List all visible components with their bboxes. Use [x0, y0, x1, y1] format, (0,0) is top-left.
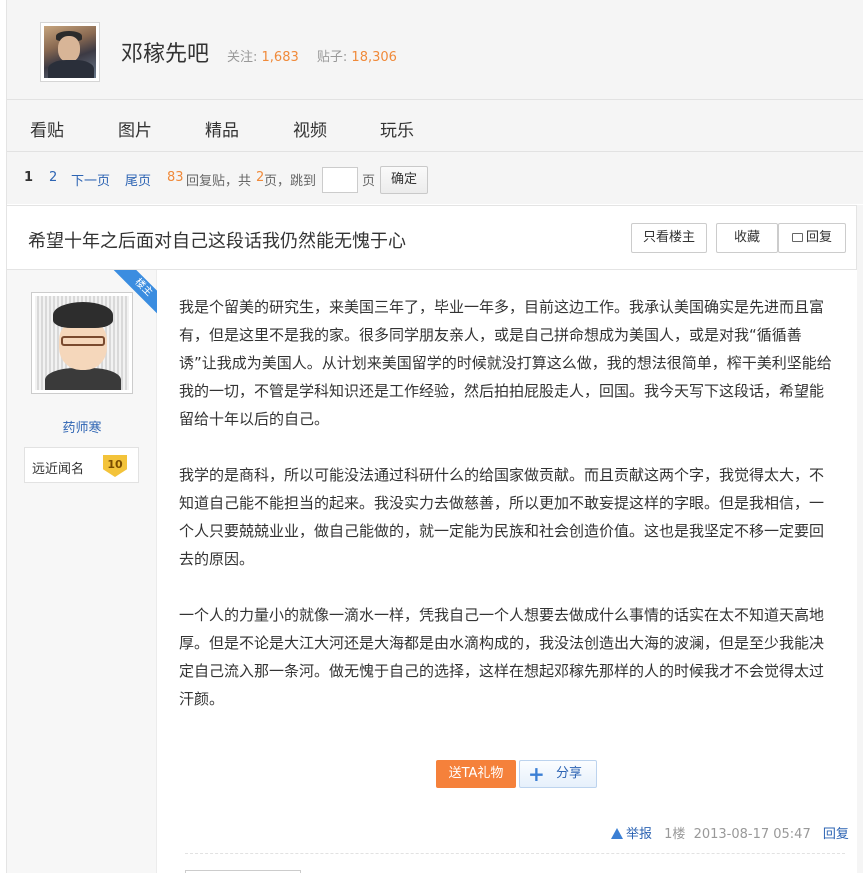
next-page-link[interactable]: 下一页 — [71, 170, 110, 189]
post-time: 2013-08-17 05:47 — [693, 827, 811, 842]
author-name[interactable]: 药师寒 — [7, 417, 157, 436]
floor-number: 1楼 — [664, 827, 686, 842]
tieba-page: 邓稼先吧 关注: 1,683 贴子: 18,306 看贴 图片 精品 视频 玩乐… — [6, 0, 863, 873]
forum-stats: 关注: 1,683 贴子: 18,306 — [227, 46, 411, 65]
pages-suffix: 页， — [264, 174, 291, 189]
author-level-badge[interactable]: 远近闻名 10 — [24, 447, 139, 483]
plus-icon: + — [528, 762, 545, 786]
post-paragraph: 我是个留美的研究生，来美国三年了，毕业一年多，目前这边工作。我承认美国确实是先进… — [179, 298, 832, 428]
post-content: 我是个留美的研究生，来美国三年了，毕业一年多，目前这边工作。我承认美国确实是先进… — [179, 293, 835, 741]
right-gutter — [857, 205, 863, 873]
follow-label: 关注: — [227, 50, 258, 65]
last-page-link[interactable]: 尾页 — [125, 170, 151, 189]
tab-fun[interactable]: 玩乐 — [380, 116, 414, 141]
forum-name[interactable]: 邓稼先吧 — [121, 36, 209, 68]
page-current: 1 — [24, 170, 34, 185]
tab-videos[interactable]: 视频 — [293, 116, 327, 141]
tab-posts[interactable]: 看贴 — [30, 116, 64, 141]
jump-page-input[interactable] — [322, 167, 358, 193]
pager: 1 2 下一页 尾页 83 回复贴，共 2 页， 跳到 页 确定 — [7, 152, 863, 204]
forum-avatar[interactable] — [40, 22, 100, 82]
share-button[interactable]: + 分享 — [519, 760, 597, 788]
post-floor-1: 楼主 药师寒 远近闻名 10 我是个留美的研究生，来美国三年了，毕业一年多，目前… — [7, 270, 857, 873]
post-reply-link[interactable]: 回复 — [823, 827, 849, 842]
reply-label: 回复贴，共 — [186, 174, 252, 189]
forum-avatar-image — [44, 26, 96, 78]
page-2-link[interactable]: 2 — [49, 170, 57, 185]
comment-icon — [791, 233, 803, 242]
share-label: 分享 — [556, 766, 583, 781]
reply-button[interactable]: 回复 — [778, 223, 846, 253]
post-paragraph: 一个人的力量小的就像一滴水一样，凭我自己一个人想要去做成什么事情的话实在太不知道… — [179, 606, 825, 708]
favorite-button[interactable]: 收藏 — [716, 223, 778, 253]
author-panel: 楼主 药师寒 远近闻名 10 — [7, 270, 157, 873]
badge-label: 远近闻名 — [32, 462, 85, 477]
reply-count: 83 — [167, 170, 184, 185]
follow-count: 1,683 — [261, 50, 299, 65]
page-unit: 页 — [362, 174, 376, 189]
only-op-button[interactable]: 只看楼主 — [631, 223, 707, 253]
jump-label: 跳到 — [290, 174, 317, 189]
author-avatar-image — [35, 296, 129, 390]
thread-title-bar: 希望十年之后面对自己这段话我仍然能无愧于心 只看楼主 收藏 回复 — [7, 205, 857, 270]
report-link[interactable]: 举报 — [626, 827, 652, 842]
posts-count: 18,306 — [351, 50, 397, 65]
send-gift-button[interactable]: 送TA礼物 — [436, 760, 516, 788]
forum-nav: 看贴 图片 精品 视频 玩乐 — [7, 100, 863, 152]
post-meta: 举报 1楼 2013-08-17 05:47 回复 — [611, 823, 849, 842]
tab-images[interactable]: 图片 — [118, 116, 152, 141]
reply-button-label: 回复 — [805, 230, 832, 245]
posts-label: 贴子: — [316, 50, 348, 65]
warning-icon — [611, 828, 623, 839]
jump-ok-button[interactable]: 确定 — [380, 166, 428, 194]
forum-header: 邓稼先吧 关注: 1,683 贴子: 18,306 — [7, 0, 863, 100]
author-avatar[interactable] — [31, 292, 133, 394]
post-divider — [185, 853, 845, 854]
post-paragraph: 我学的是商科，所以可能没法通过科研什么的给国家做贡献。而且贡献这两个字，我觉得太… — [179, 466, 825, 568]
thread-title: 希望十年之后面对自己这段话我仍然能无愧于心 — [28, 231, 406, 252]
tab-featured[interactable]: 精品 — [205, 116, 239, 141]
level-shield-icon: 10 — [103, 455, 127, 477]
